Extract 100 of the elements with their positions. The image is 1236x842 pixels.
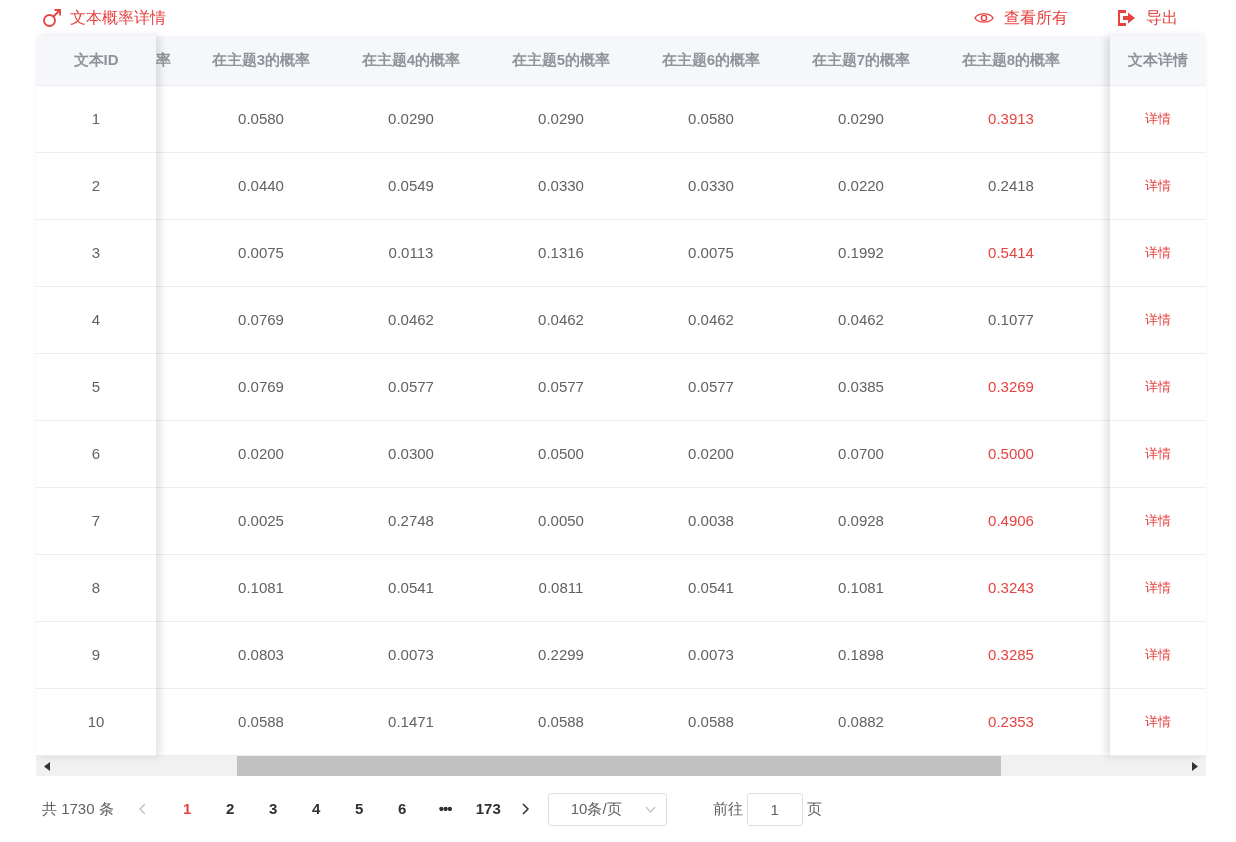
export-icon (1116, 9, 1136, 27)
details-link[interactable]: 详情 (1145, 176, 1171, 196)
details-link[interactable]: 详情 (1145, 444, 1171, 464)
table-cell-text: 0.0580 (238, 108, 284, 129)
table-cell-text: 0.1992 (838, 242, 884, 263)
table-cell-text: 0.2299 (538, 644, 584, 665)
table-cell-text: 0.0769 (238, 309, 284, 330)
table-cell-text: 0.0462 (688, 309, 734, 330)
scrollbar-thumb[interactable] (237, 756, 1001, 776)
table-cell-text: 0.0811 (538, 577, 584, 598)
column-header: 在主题8的概率 (961, 50, 1061, 71)
table-cell-text: 0.0462 (538, 309, 584, 330)
table-cell-text: 0.0588 (238, 711, 284, 732)
column-header: 在主题6的概率 (661, 50, 761, 71)
table-cell-text: 0.0220 (838, 175, 884, 196)
table-cell-text: 0.1316 (538, 242, 584, 263)
page-button[interactable]: 1 (165, 795, 209, 823)
table-cell-text: 0.0462 (388, 309, 434, 330)
horizontal-scrollbar[interactable] (36, 756, 1206, 776)
table-cell-text: 0.0075 (688, 242, 734, 263)
table-cell-text: 0.0928 (838, 510, 884, 531)
table-cell-text: 0.0549 (388, 175, 434, 196)
table-cell-text: 0.0200 (688, 443, 734, 464)
details-link[interactable]: 详情 (1145, 712, 1171, 732)
table-cell-text: 0.0462 (838, 309, 884, 330)
table-cell-text: 0.1898 (838, 644, 884, 665)
table-cell-text: 0.4906 (988, 510, 1034, 531)
table-cell-text: 0.0769 (238, 376, 284, 397)
details-link[interactable]: 详情 (1145, 109, 1171, 129)
details-link[interactable]: 详情 (1145, 645, 1171, 665)
table-cell-text: 0.1081 (838, 577, 884, 598)
total-count: 共 1730 条 (42, 798, 114, 819)
table-cell-text: 0.0385 (838, 376, 884, 397)
table-cell-text: 0.0577 (388, 376, 434, 397)
table-cell-text: 0.0577 (538, 376, 584, 397)
column-header: 在主题3的概率 (211, 50, 311, 71)
table-cell-text: 0.5000 (988, 443, 1034, 464)
details-link[interactable]: 详情 (1145, 310, 1171, 330)
table-cell-text: 0.0580 (688, 108, 734, 129)
table-cell-text: 0.0440 (238, 175, 284, 196)
table-cell-text: 0.0290 (538, 108, 584, 129)
table-cell-text: 0.0038 (688, 510, 734, 531)
table-cell-text: 0.0300 (388, 443, 434, 464)
table-cell-text: 0.2353 (988, 711, 1034, 732)
page-button[interactable]: 3 (251, 795, 295, 823)
export-button[interactable]: 导出 (1116, 6, 1178, 30)
page-button[interactable]: 173 (466, 795, 510, 823)
column-header: 在主题5的概率 (511, 50, 611, 71)
table-cell-text: 0.0330 (538, 175, 584, 196)
more-pages-button[interactable]: ••• (423, 795, 467, 823)
details-link[interactable]: 详情 (1145, 377, 1171, 397)
table-cell-text: 0.3285 (988, 644, 1034, 665)
column-header: 率 (156, 50, 171, 71)
page-button[interactable]: 5 (337, 795, 381, 823)
table-cell-text: 0.0113 (388, 242, 434, 263)
table-cell: 4 (36, 287, 156, 354)
table-cell-text: 0.0290 (388, 108, 434, 129)
column-header: 在主题4的概率 (361, 50, 461, 71)
table-cell: 8 (36, 555, 156, 622)
details-link[interactable]: 详情 (1145, 578, 1171, 598)
scroll-left-icon[interactable] (44, 761, 51, 771)
table-cell-text: 0.3243 (988, 577, 1034, 598)
table-cell-text: 0.0050 (538, 510, 584, 531)
page-unit-label: 页 (806, 798, 822, 819)
page-title: 文本概率详情 (70, 8, 166, 28)
table-cell-text: 0.0025 (238, 510, 284, 531)
table-cell-text: 0.0075 (238, 242, 284, 263)
table-cell-text: 0.3269 (988, 376, 1034, 397)
page-size-select[interactable]: 10条/页 (547, 792, 667, 826)
chevron-down-icon (644, 805, 656, 813)
table-cell-text: 0.0588 (538, 711, 584, 732)
table-cell-text: 0.0200 (238, 443, 284, 464)
table-cell-text: 0.2748 (388, 510, 434, 531)
table-cell-text: 0.0073 (388, 644, 434, 665)
table-cell-text: 0.0073 (688, 644, 734, 665)
page-button[interactable]: 6 (380, 795, 424, 823)
table-cell-text: 0.0290 (838, 108, 884, 129)
table-cell: 1 (36, 86, 156, 153)
table-cell: 5 (36, 354, 156, 421)
scroll-right-icon[interactable] (1191, 761, 1198, 771)
table-cell-text: 0.0700 (838, 443, 884, 464)
table-cell-text: 0.0577 (688, 376, 734, 397)
table-cell-text: 0.3913 (988, 108, 1034, 129)
details-link[interactable]: 详情 (1145, 243, 1171, 263)
page-button[interactable]: 4 (294, 795, 338, 823)
table-cell-text: 0.0500 (538, 443, 584, 464)
goto-label: 前往 (712, 798, 743, 819)
details-link[interactable]: 详情 (1145, 511, 1171, 531)
table-cell-text: 0.1471 (388, 711, 434, 732)
table-cell-text: 0.0541 (688, 577, 734, 598)
page-button[interactable]: 2 (208, 795, 252, 823)
page-number-field[interactable]: 1 (746, 792, 803, 826)
table-cell-text: 0.1081 (238, 577, 284, 598)
table-cell-text: 0.0803 (238, 644, 284, 665)
table-cell: 9 (36, 622, 156, 689)
next-page-icon[interactable] (521, 803, 530, 815)
table-cell-text: 0.0882 (838, 711, 884, 732)
table-cell: 7 (36, 488, 156, 555)
table-cell-text: 0.0330 (688, 175, 734, 196)
view-all-button[interactable]: 查看所有 (974, 6, 1068, 30)
